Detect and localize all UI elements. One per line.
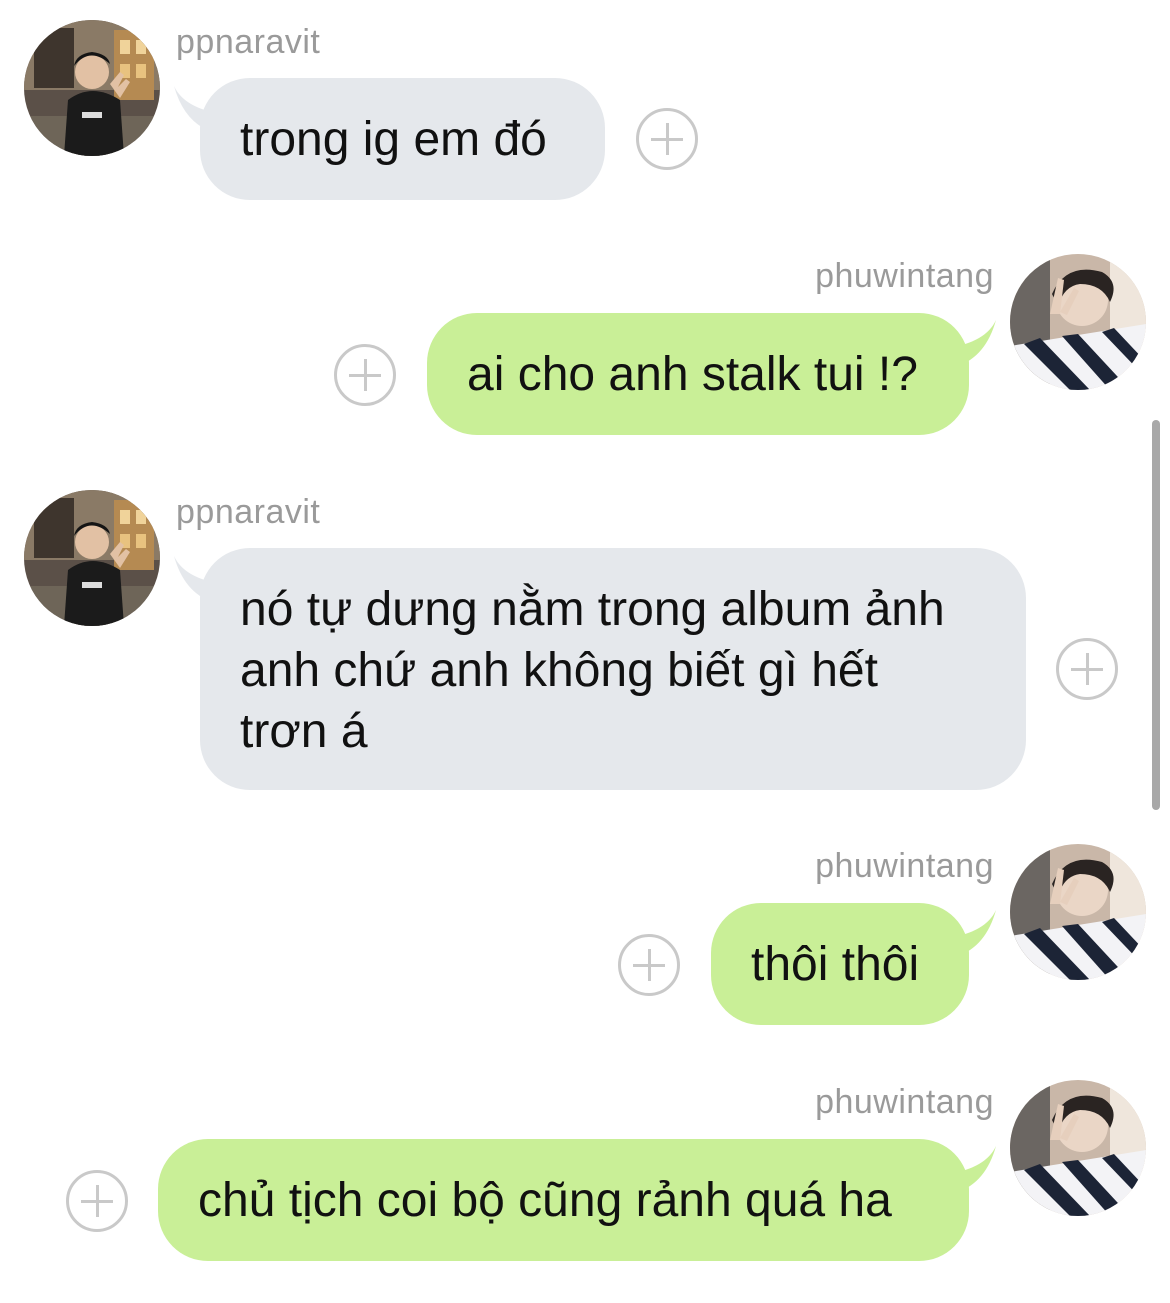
avatar-phuwintang[interactable] <box>1010 254 1146 390</box>
avatar-image <box>1010 1080 1146 1216</box>
scrollbar-thumb[interactable] <box>1152 420 1160 810</box>
sender-name: ppnaravit <box>176 23 321 61</box>
message-text: trong ig em đó <box>240 113 547 166</box>
avatar-image <box>1010 844 1146 980</box>
add-reaction-button[interactable] <box>66 1170 128 1232</box>
message-bubble[interactable]: chủ tịch coi bộ cũng rảnh quá ha <box>158 1139 969 1261</box>
message-text: nó tự dưng nằm trong album ảnh anh chứ a… <box>240 583 945 758</box>
add-reaction-button[interactable] <box>334 344 396 406</box>
sender-name: phuwintang <box>815 1083 994 1121</box>
avatar-phuwintang[interactable] <box>1010 1080 1146 1216</box>
avatar-image <box>24 490 160 626</box>
avatar-image <box>24 20 160 156</box>
add-reaction-button[interactable] <box>618 934 680 996</box>
avatar-ppnaravit[interactable] <box>24 20 160 156</box>
message-bubble[interactable]: trong ig em đó <box>200 78 605 200</box>
message-bubble[interactable]: thôi thôi <box>711 903 969 1025</box>
message-text: thôi thôi <box>751 938 920 991</box>
message-text: ai cho anh stalk tui !? <box>467 348 918 401</box>
add-reaction-button[interactable] <box>636 108 698 170</box>
sender-name: ppnaravit <box>176 493 321 531</box>
add-reaction-button[interactable] <box>1056 638 1118 700</box>
message-text: chủ tịch coi bộ cũng rảnh quá ha <box>198 1174 892 1227</box>
message-bubble[interactable]: nó tự dưng nằm trong album ảnh anh chứ a… <box>200 548 1026 790</box>
avatar-image <box>1010 254 1146 390</box>
sender-name: phuwintang <box>815 847 994 885</box>
avatar-phuwintang[interactable] <box>1010 844 1146 980</box>
message-bubble[interactable]: ai cho anh stalk tui !? <box>427 313 969 435</box>
avatar-ppnaravit[interactable] <box>24 490 160 626</box>
sender-name: phuwintang <box>815 257 994 295</box>
